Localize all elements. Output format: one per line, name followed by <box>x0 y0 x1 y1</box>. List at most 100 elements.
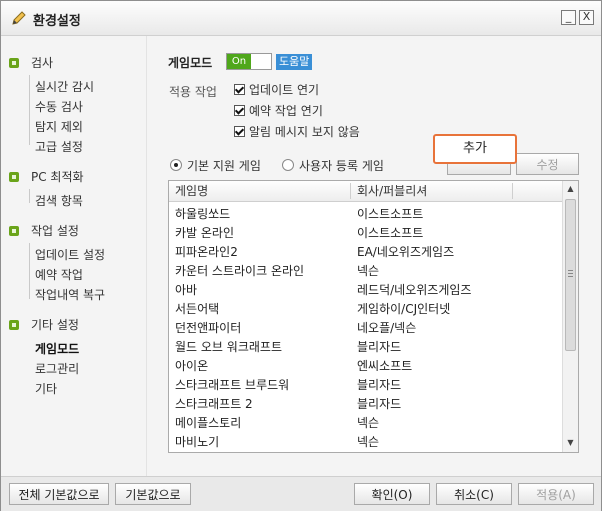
cell-game: 월드 오브 워크래프트 <box>175 340 282 354</box>
footer-bar: 전체 기본값으로 기본값으로 확인(O) 취소(C) 적용(A) <box>1 476 601 511</box>
table-row[interactable]: 마비노기 넥슨 <box>169 433 562 452</box>
sidebar-group-label: 작업 설정 <box>31 224 79 238</box>
apply-button[interactable]: 적용(A) <box>518 483 594 505</box>
sidebar-item-realtime[interactable]: 실시간 감시 <box>35 77 94 97</box>
table-row[interactable]: 서든어택 게임하이/CJ인터넷 <box>169 300 562 319</box>
cell-game: 마비노기 <box>175 435 220 449</box>
bullet-icon <box>9 226 19 236</box>
sidebar-item-manual-scan[interactable]: 수동 검사 <box>35 97 83 117</box>
cell-game: 피파온라인2 <box>175 245 238 259</box>
cell-game: 스타크래프트 브루드워 <box>175 378 290 392</box>
ok-button[interactable]: 확인(O) <box>354 483 430 505</box>
radio-empty-icon <box>282 159 294 171</box>
table-row[interactable]: 피파온라인2 EA/네오위즈게임즈 <box>169 243 562 262</box>
settings-sidebar: 검사 실시간 감시 수동 검사 탐지 제외 고급 설정 PC 최적화 검색 항목… <box>9 45 143 473</box>
checkmark-icon <box>234 84 245 95</box>
bullet-icon <box>9 320 19 330</box>
table-row[interactable]: 월드 오브 워크래프트 블리자드 <box>169 338 562 357</box>
radio-default-games[interactable]: 기본 지원 게임 <box>170 157 261 175</box>
sidebar-item-update-settings[interactable]: 업데이트 설정 <box>35 245 105 265</box>
cell-publisher: 넥슨 <box>357 264 380 278</box>
cell-publisher: 게임하이/CJ인터넷 <box>357 302 451 316</box>
cancel-button[interactable]: 취소(C) <box>436 483 512 505</box>
sidebar-item-scheduled-task[interactable]: 예약 작업 <box>35 265 83 285</box>
cell-publisher: 네오플/넥슨 <box>357 321 417 335</box>
checkmark-icon <box>234 126 245 137</box>
cell-publisher: 블리자드 <box>357 378 402 392</box>
column-header-game[interactable]: 게임명 <box>169 181 349 201</box>
sidebar-item-log-management[interactable]: 로그관리 <box>35 359 79 379</box>
cell-publisher: 엔씨소프트 <box>357 359 413 373</box>
edit-button[interactable]: 수정 <box>516 153 579 175</box>
sidebar-group-label: PC 최적화 <box>31 170 84 184</box>
sidebar-group-label: 검사 <box>31 56 54 70</box>
checkbox-label: 예약 작업 연기 <box>249 104 323 118</box>
cell-publisher: 이스트소프트 <box>357 207 424 221</box>
cell-game: 아이온 <box>175 359 209 373</box>
bullet-icon <box>9 58 19 68</box>
cell-game: 던전앤파이터 <box>175 321 242 335</box>
table-row[interactable]: 아이온 엔씨소프트 <box>169 357 562 376</box>
table-row[interactable]: 던전앤파이터 네오플/넥슨 <box>169 319 562 338</box>
scroll-up-icon[interactable]: ▲ <box>563 181 578 197</box>
scroll-thumb[interactable] <box>565 199 576 351</box>
radio-label: 기본 지원 게임 <box>187 159 261 173</box>
cell-publisher: EA/네오위즈게임즈 <box>357 245 455 259</box>
sidebar-item-etc[interactable]: 기타 <box>35 379 57 399</box>
game-mode-toggle[interactable]: On <box>226 53 272 70</box>
checkbox-label: 알림 메시지 보지 않음 <box>249 125 360 139</box>
checkbox-label: 업데이트 연기 <box>249 83 320 97</box>
sidebar-item-task-restore[interactable]: 작업내역 복구 <box>35 285 105 305</box>
column-header-publisher[interactable]: 회사/퍼블리셔 <box>351 181 511 201</box>
reset-button[interactable]: 기본값으로 <box>115 483 191 505</box>
cell-game: 아바 <box>175 283 198 297</box>
cell-game: 스타크래프트 2 <box>175 397 253 411</box>
close-button[interactable]: X <box>579 10 594 25</box>
cell-game: 메이플스토리 <box>175 416 242 430</box>
game-list-table: 게임명 회사/퍼블리셔 하울링쏘드 이스트소프트 카발 온라인 이스트소프트 피파온… <box>168 180 579 453</box>
checkmark-icon <box>234 105 245 116</box>
cell-publisher: 블리자드 <box>357 340 402 354</box>
table-row[interactable]: 하울링쏘드 이스트소프트 <box>169 205 562 224</box>
sidebar-item-game-mode[interactable]: 게임모드 <box>35 339 79 359</box>
help-button[interactable]: 도움말 <box>276 54 313 70</box>
table-header: 게임명 회사/퍼블리셔 <box>169 181 562 202</box>
table-scrollbar[interactable]: ▲ ▼ <box>562 181 578 452</box>
cell-game: 카운터 스트라이크 온라인 <box>175 264 305 278</box>
table-row[interactable]: 카발 온라인 이스트소프트 <box>169 224 562 243</box>
cell-publisher: 넥슨 <box>357 435 380 449</box>
settings-window: 환경설정 _ X 검사 실시간 감시 수동 검사 탐지 제외 고급 설정 PC … <box>0 0 602 511</box>
table-row[interactable]: 스타크래프트 2 블리자드 <box>169 395 562 414</box>
toggle-on-label: On <box>227 54 251 69</box>
cell-game: 카발 온라인 <box>175 226 235 240</box>
checkbox-hide-notifications[interactable]: 알림 메시지 보지 않음 <box>234 123 360 141</box>
reset-all-button[interactable]: 전체 기본값으로 <box>9 483 109 505</box>
radio-selected-icon <box>170 159 182 171</box>
window-title: 환경설정 <box>33 14 81 29</box>
divider <box>146 36 147 476</box>
sidebar-group-label: 기타 설정 <box>31 318 79 332</box>
sidebar-item-advanced[interactable]: 고급 설정 <box>35 137 83 157</box>
radio-user-games[interactable]: 사용자 등록 게임 <box>282 157 384 175</box>
cell-publisher: 넥슨 <box>357 416 380 430</box>
bullet-icon <box>9 172 19 182</box>
checkbox-delay-scheduled[interactable]: 예약 작업 연기 <box>234 102 323 120</box>
table-row[interactable]: 카운터 스트라이크 온라인 넥슨 <box>169 262 562 281</box>
cell-publisher: 레드덕/네오위즈게임즈 <box>357 283 472 297</box>
minimize-button[interactable]: _ <box>561 10 576 25</box>
pencil-icon <box>12 11 26 25</box>
sidebar-item-search-items[interactable]: 검색 항목 <box>35 191 83 211</box>
table-row[interactable]: 아바 레드덕/네오위즈게임즈 <box>169 281 562 300</box>
cell-game: 하울링쏘드 <box>175 207 231 221</box>
title-bar: 환경설정 _ X <box>1 1 601 36</box>
cell-publisher: 블리자드 <box>357 397 402 411</box>
table-row[interactable]: 메이플스토리 넥슨 <box>169 414 562 433</box>
scroll-down-icon[interactable]: ▼ <box>563 435 578 451</box>
add-button-popup[interactable]: 추가 <box>433 134 517 164</box>
sidebar-item-exclusion[interactable]: 탐지 제외 <box>35 117 83 137</box>
apply-task-label: 적용 작업 <box>169 85 217 99</box>
table-row[interactable]: 스타크래프트 브루드워 블리자드 <box>169 376 562 395</box>
radio-label: 사용자 등록 게임 <box>299 159 384 173</box>
checkbox-delay-update[interactable]: 업데이트 연기 <box>234 81 319 99</box>
cell-game: 서든어택 <box>175 302 220 316</box>
